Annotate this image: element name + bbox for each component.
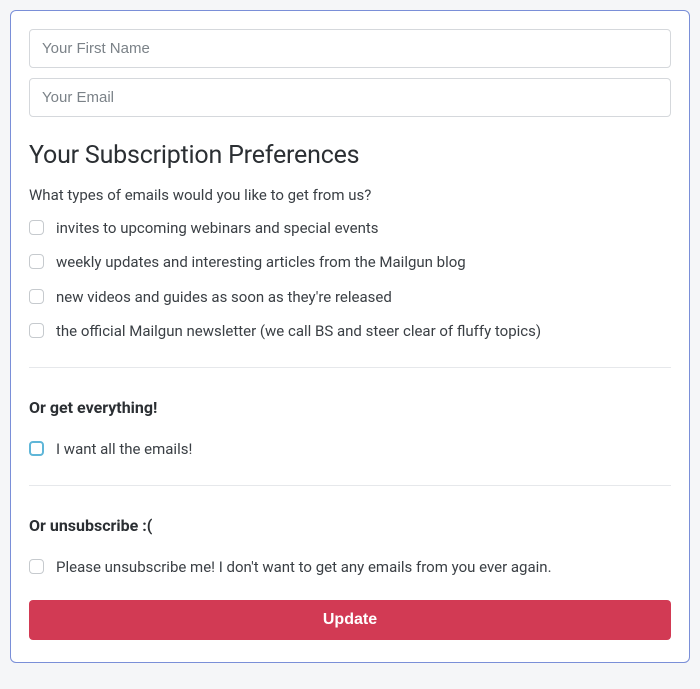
checkbox-unsubscribe[interactable] (29, 559, 44, 574)
first-name-input[interactable] (29, 29, 671, 68)
option-weekly-label: weekly updates and interesting articles … (56, 252, 466, 272)
checkbox-everything[interactable] (29, 441, 44, 456)
subscription-form: Your Subscription Preferences What types… (10, 10, 690, 663)
option-everything-label: I want all the emails! (56, 439, 192, 459)
option-unsubscribe: Please unsubscribe me! I don't want to g… (29, 557, 671, 577)
option-newsletter-label: the official Mailgun newsletter (we call… (56, 321, 541, 341)
update-button[interactable]: Update (29, 600, 671, 640)
option-webinars-label: invites to upcoming webinars and special… (56, 218, 379, 238)
unsubscribe-heading: Or unsubscribe :( (29, 516, 671, 535)
option-videos: new videos and guides as soon as they're… (29, 287, 671, 307)
checkbox-weekly[interactable] (29, 254, 44, 269)
option-videos-label: new videos and guides as soon as they're… (56, 287, 392, 307)
divider (29, 485, 671, 486)
everything-heading: Or get everything! (29, 398, 671, 417)
option-webinars: invites to upcoming webinars and special… (29, 218, 671, 238)
checkbox-webinars[interactable] (29, 220, 44, 235)
option-weekly: weekly updates and interesting articles … (29, 252, 671, 272)
preferences-heading: Your Subscription Preferences (29, 141, 671, 170)
checkbox-newsletter[interactable] (29, 323, 44, 338)
option-newsletter: the official Mailgun newsletter (we call… (29, 321, 671, 341)
email-types-question: What types of emails would you like to g… (29, 186, 671, 204)
divider (29, 367, 671, 368)
option-unsubscribe-label: Please unsubscribe me! I don't want to g… (56, 557, 552, 577)
checkbox-videos[interactable] (29, 289, 44, 304)
email-input[interactable] (29, 78, 671, 117)
option-everything: I want all the emails! (29, 439, 671, 459)
